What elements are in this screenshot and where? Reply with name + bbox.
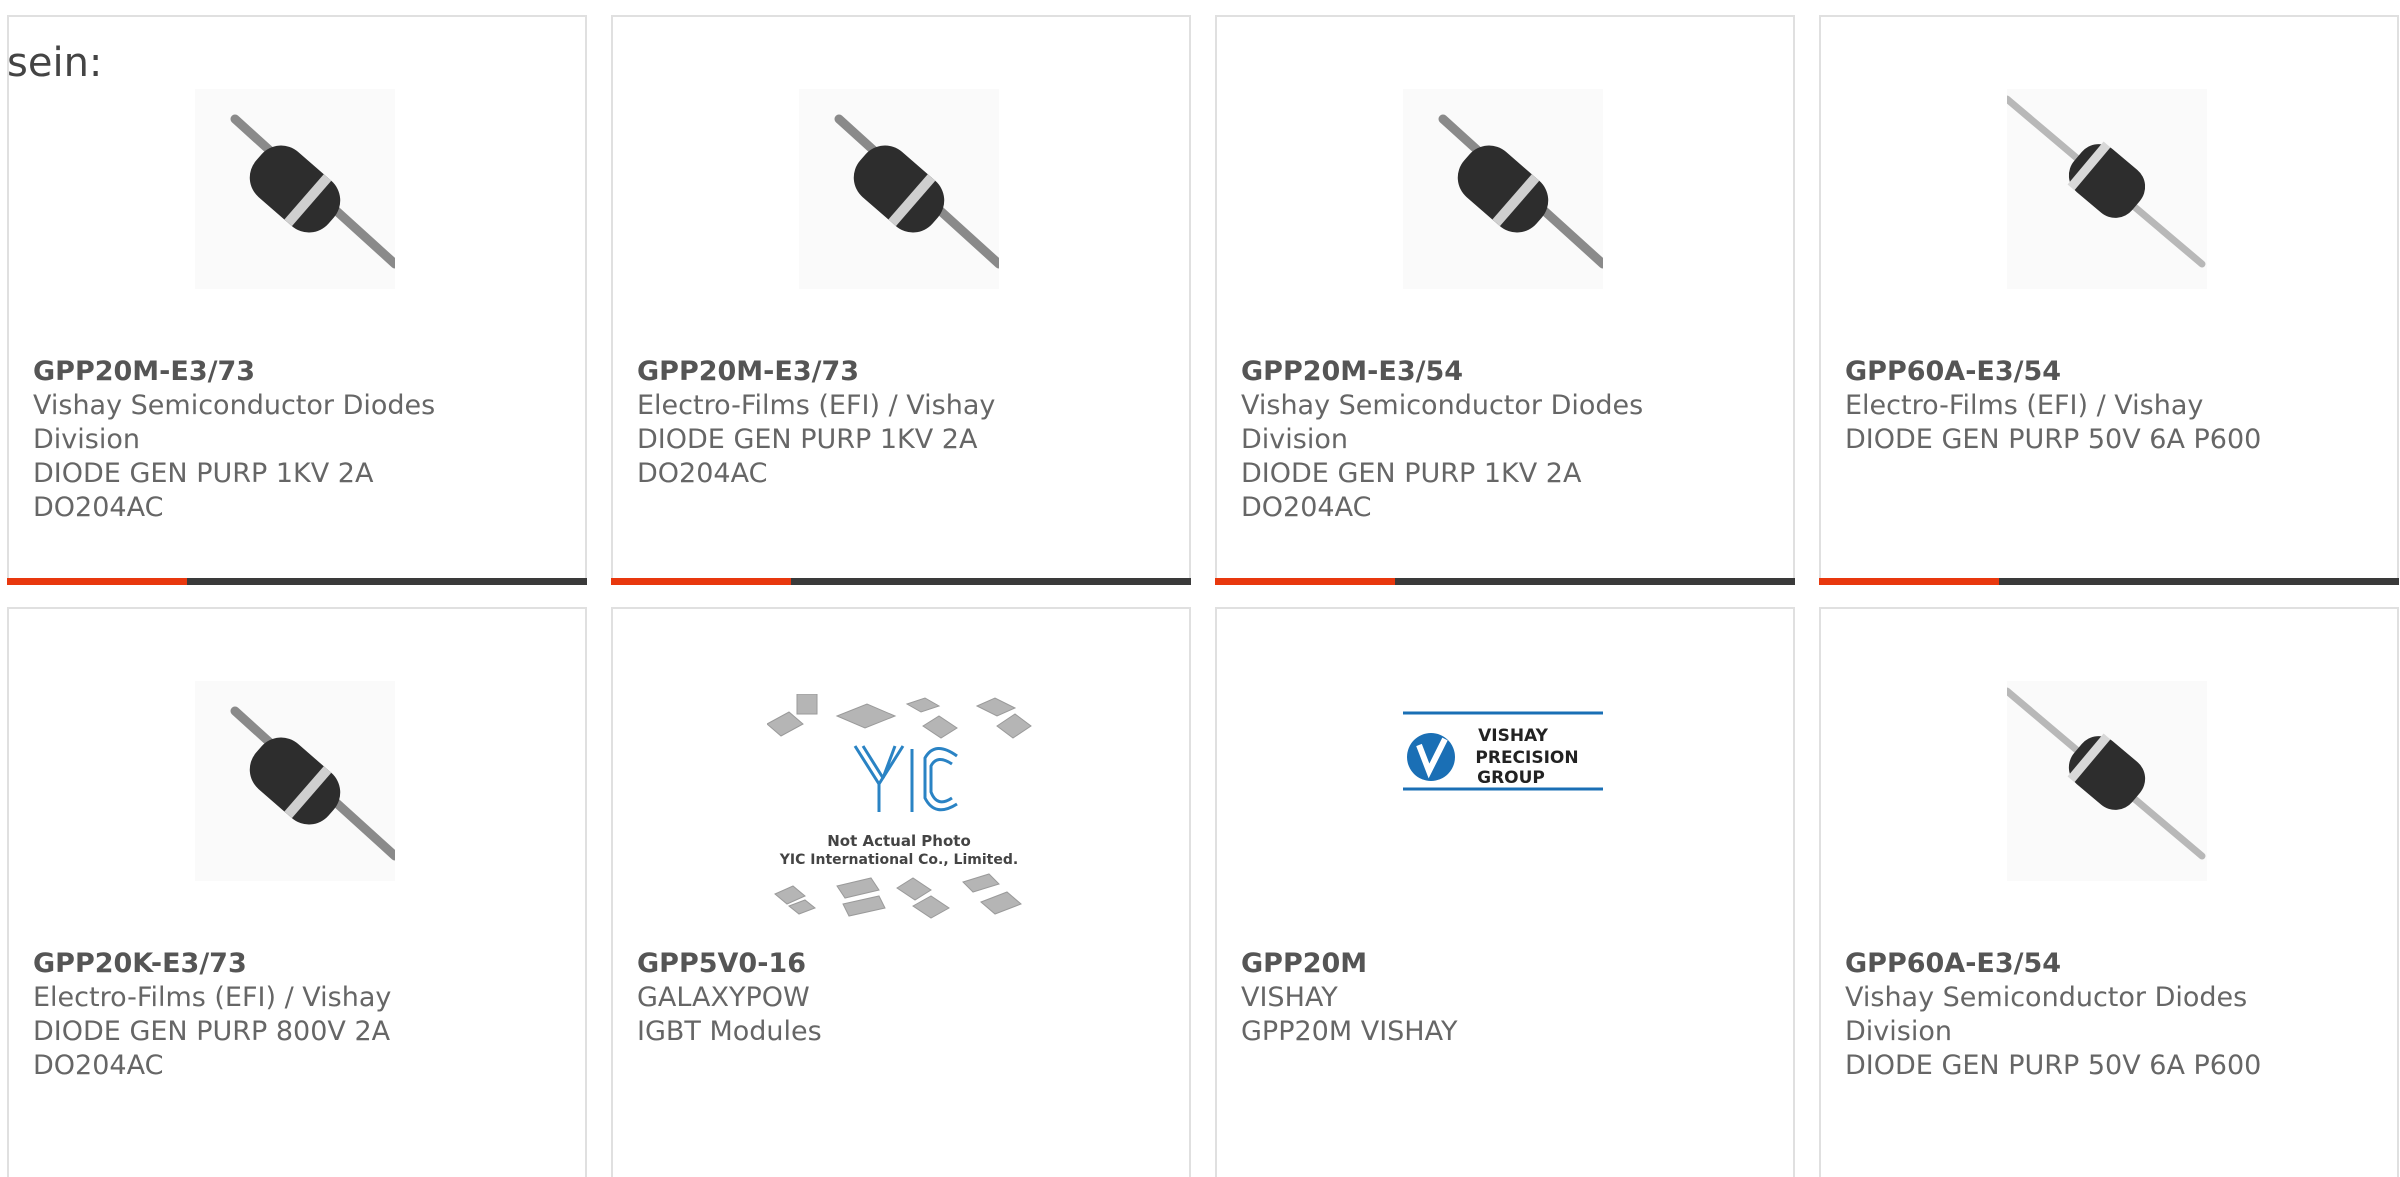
manufacturer-line: Electro-Films (EFI) / Vishay [637, 390, 996, 421]
product-card[interactable]: GPP20M-E3/73 Vishay Semiconductor Diodes… [7, 15, 587, 585]
manufacturer-line: VISHAY [1241, 982, 1338, 1013]
description-line: DO204AC [637, 458, 768, 489]
description-line: DIODE GEN PURP 1KV 2A [1241, 458, 1582, 489]
product-image[interactable]: VISHAY PRECISION GROUP [1403, 711, 1603, 791]
description-line: DIODE GEN PURP 1KV 2A [637, 424, 978, 455]
progress-fill [7, 578, 187, 585]
card-progress-bar [1215, 578, 1795, 585]
part-number[interactable]: GPP5V0-16 [637, 947, 1169, 981]
axial-diode-icon [2007, 687, 2206, 860]
manufacturer-line: Vishay Semiconductor Diodes [1845, 982, 2248, 1013]
product-grid: GPP20M-E3/73 Vishay Semiconductor Diodes… [7, 15, 2399, 1177]
page-text-fragment: sein: [7, 40, 103, 86]
description-line: DO204AC [1241, 492, 1372, 523]
product-card[interactable]: VISHAY PRECISION GROUP GPP20M VISHAY GPP… [1215, 607, 1795, 1177]
product-image[interactable] [2007, 681, 2207, 881]
product-card[interactable]: GPP20M-E3/54 Vishay Semiconductor Diodes… [1215, 15, 1795, 585]
manufacturer-line: Division [33, 424, 140, 455]
part-number[interactable]: GPP60A-E3/54 [1845, 355, 2377, 389]
part-number[interactable]: GPP20M [1241, 947, 1773, 981]
image-caption-2: YIC International Co., Limited. [779, 852, 1018, 868]
progress-fill [1215, 578, 1395, 585]
description-line: DIODE GEN PURP 1KV 2A [33, 458, 374, 489]
part-number[interactable]: GPP20M-E3/73 [33, 355, 565, 389]
product-card[interactable]: GPP20M-E3/73 Electro-Films (EFI) / Visha… [611, 15, 1191, 585]
axial-diode-icon [230, 114, 395, 269]
description-line: IGBT Modules [637, 1016, 822, 1047]
axial-diode-icon [1438, 114, 1603, 269]
manufacturer-line: Division [1845, 1016, 1952, 1047]
product-card[interactable]: GPP20K-E3/73 Electro-Films (EFI) / Visha… [7, 607, 587, 1177]
axial-diode-icon [834, 114, 999, 269]
description-line: DO204AC [33, 492, 164, 523]
manufacturer-line: Vishay Semiconductor Diodes [1241, 390, 1644, 421]
product-image[interactable] [2007, 89, 2207, 289]
description-line: GPP20M VISHAY [1241, 1016, 1458, 1047]
manufacturer-line: Electro-Films (EFI) / Vishay [33, 982, 392, 1013]
logo-text-3: GROUP [1477, 768, 1545, 788]
progress-fill [611, 578, 791, 585]
part-number[interactable]: GPP20M-E3/54 [1241, 355, 1773, 389]
manufacturer-line: Vishay Semiconductor Diodes [33, 390, 436, 421]
card-progress-bar [7, 578, 587, 585]
manufacturer-line: Division [1241, 424, 1348, 455]
part-number[interactable]: GPP20K-E3/73 [33, 947, 565, 981]
part-number[interactable]: GPP60A-E3/54 [1845, 947, 2377, 981]
card-progress-bar [611, 578, 1191, 585]
manufacturer-line: Electro-Films (EFI) / Vishay [1845, 390, 2204, 421]
description-line: DIODE GEN PURP 50V 6A P600 [1845, 1050, 2262, 1081]
product-image[interactable] [195, 89, 395, 289]
product-image[interactable] [799, 89, 999, 289]
product-card[interactable]: GPP60A-E3/54 Electro-Films (EFI) / Visha… [1819, 15, 2399, 585]
product-image[interactable]: Not Actual Photo YIC International Co., … [767, 694, 1032, 924]
axial-diode-icon [230, 706, 395, 861]
vishay-logo-icon: VISHAY PRECISION GROUP [1403, 711, 1603, 791]
part-number[interactable]: GPP20M-E3/73 [637, 355, 1169, 389]
axial-diode-icon [2007, 95, 2206, 268]
image-caption-1: Not Actual Photo [827, 832, 971, 850]
product-card[interactable]: GPP60A-E3/54 Vishay Semiconductor Diodes… [1819, 607, 2399, 1177]
manufacturer-line: GALAXYPOW [637, 982, 810, 1013]
product-image[interactable] [1403, 89, 1603, 289]
logo-text-2: PRECISION [1475, 748, 1578, 768]
card-progress-bar [1819, 578, 2399, 585]
not-actual-photo-icon: Not Actual Photo YIC International Co., … [767, 694, 1032, 919]
description-line: DO204AC [33, 1050, 164, 1081]
progress-fill [1819, 578, 1999, 585]
product-image[interactable] [195, 681, 395, 881]
product-card[interactable]: Not Actual Photo YIC International Co., … [611, 607, 1191, 1177]
logo-text-1: VISHAY [1478, 726, 1548, 746]
description-line: DIODE GEN PURP 50V 6A P600 [1845, 424, 2262, 455]
description-line: DIODE GEN PURP 800V 2A [33, 1016, 391, 1047]
